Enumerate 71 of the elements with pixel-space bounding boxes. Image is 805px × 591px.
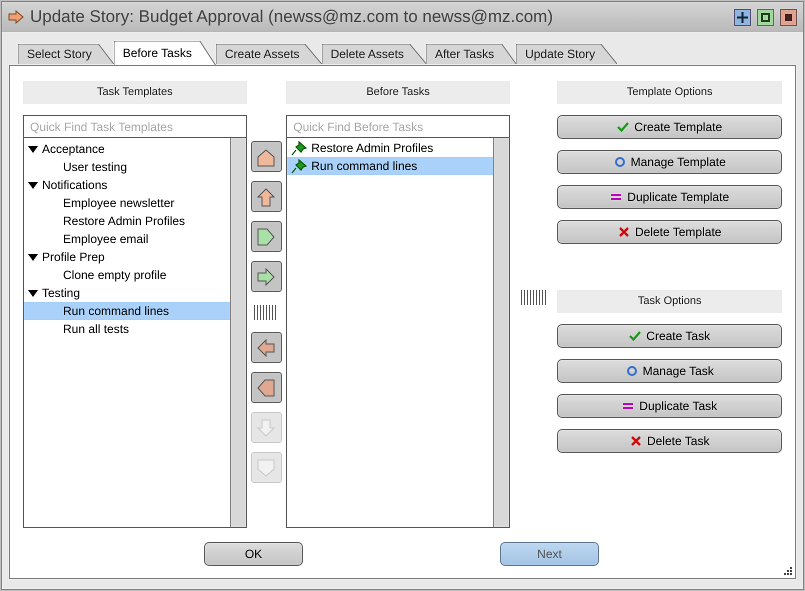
remove-all-button[interactable] — [250, 372, 282, 403]
tree-item[interactable]: Run command lines — [24, 302, 230, 320]
tree-item[interactable]: User testing — [24, 158, 230, 176]
tree-item[interactable]: Restore Admin Profiles — [24, 212, 230, 230]
option-button[interactable]: Delete Task — [557, 429, 782, 453]
expanded-triangle-icon[interactable] — [28, 290, 38, 296]
expanded-triangle-icon[interactable] — [28, 254, 38, 260]
option-button[interactable]: Create Task — [557, 324, 782, 348]
option-button[interactable]: Delete Template — [557, 220, 782, 244]
tab[interactable]: Before Tasks — [114, 41, 216, 65]
tab[interactable]: Create Assets — [216, 44, 322, 64]
circle-icon — [626, 365, 638, 377]
equals-icon — [610, 191, 622, 203]
pentagon-down-icon — [255, 456, 278, 478]
check-icon — [629, 330, 642, 342]
tree-item[interactable]: Employee email — [24, 230, 230, 248]
arrow-left-icon — [255, 336, 278, 358]
column-header: Before Tasks — [286, 81, 510, 104]
option-button[interactable]: Create Template — [557, 115, 782, 139]
task-item[interactable]: Restore Admin Profiles — [287, 139, 493, 157]
pushpin-icon — [291, 158, 308, 174]
search-field[interactable]: Quick Find Before Tasks — [286, 115, 510, 138]
tree-item[interactable]: Acceptance — [24, 140, 230, 158]
move-to-top-button[interactable] — [250, 141, 282, 172]
window-title: Update Story: Budget Approval (newss@mz.com to newss@mz.com) — [30, 6, 554, 28]
column-header: Task Options — [557, 290, 782, 313]
tree-item[interactable]: Profile Prep — [24, 248, 230, 266]
tree-item[interactable]: Notifications — [24, 176, 230, 194]
tab[interactable]: Delete Assets — [322, 44, 426, 64]
tree-item[interactable]: Run all tests — [24, 320, 230, 338]
resize-grip-icon[interactable] — [784, 567, 792, 575]
tab[interactable]: After Tasks — [426, 44, 516, 64]
remove-button[interactable] — [250, 332, 282, 363]
arrow-right-icon — [8, 10, 24, 24]
pushpin-icon — [291, 140, 308, 156]
option-button[interactable]: Duplicate Task — [557, 394, 782, 418]
arrow-down-icon — [255, 416, 278, 438]
ok-button[interactable]: OK — [204, 542, 303, 566]
circle-icon — [614, 156, 626, 168]
add-button[interactable] — [250, 261, 282, 292]
cross-icon — [630, 435, 642, 447]
pentagon-left-icon — [255, 376, 278, 398]
option-button[interactable]: Duplicate Template — [557, 185, 782, 209]
equals-icon — [622, 400, 634, 412]
search-field[interactable]: Quick Find Task Templates — [23, 115, 247, 138]
expanded-triangle-icon[interactable] — [28, 182, 38, 188]
arrow-up-icon — [255, 186, 278, 208]
move-up-button[interactable] — [250, 181, 282, 212]
add-button[interactable] — [734, 8, 751, 26]
add-all-button[interactable] — [250, 221, 282, 252]
task-item[interactable]: Run command lines — [287, 157, 493, 175]
pentagon-right-icon — [255, 226, 278, 248]
tab[interactable]: Select Story — [18, 44, 114, 64]
scrollbar[interactable] — [230, 138, 246, 527]
tree-item[interactable]: Employee newsletter — [24, 194, 230, 212]
grip-icon[interactable] — [520, 290, 548, 305]
expanded-triangle-icon[interactable] — [28, 146, 38, 152]
option-button[interactable]: Manage Task — [557, 359, 782, 383]
check-icon — [617, 121, 630, 133]
tree-item[interactable]: Clone empty profile — [24, 266, 230, 284]
tab[interactable]: Update Story — [516, 44, 618, 64]
cross-icon — [618, 226, 630, 238]
maximize-button[interactable] — [757, 8, 774, 26]
tree-item[interactable]: Testing — [24, 284, 230, 302]
column-header: Template Options — [557, 81, 782, 104]
close-button[interactable] — [780, 8, 797, 26]
arrow-right-icon — [255, 266, 278, 288]
column-header: Task Templates — [23, 81, 247, 104]
scrollbar[interactable] — [492, 138, 509, 527]
next-button[interactable]: Next — [500, 542, 599, 566]
option-button[interactable]: Manage Template — [557, 150, 782, 174]
